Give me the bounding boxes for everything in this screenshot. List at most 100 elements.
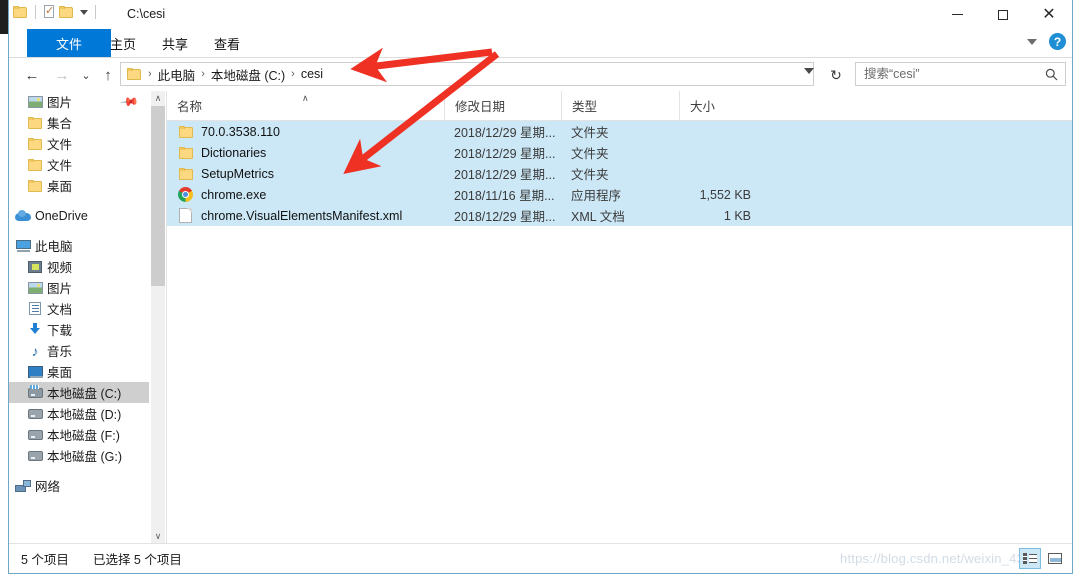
maximize-button[interactable] <box>980 0 1026 29</box>
pin-icon[interactable]: 📌 <box>119 92 139 112</box>
sidebar-item[interactable]: 此电脑 <box>9 235 149 256</box>
table-row[interactable]: Dictionaries 2018/12/29 星期... 文件夹 <box>167 142 1072 163</box>
breadcrumb-separator: › <box>148 68 152 80</box>
xml-file-icon <box>177 208 194 224</box>
properties-icon[interactable] <box>43 4 56 19</box>
sidebar-item-label: 文件 <box>47 138 73 152</box>
recent-locations-button[interactable]: ⌄ <box>75 64 97 86</box>
scroll-up-icon[interactable]: ∧ <box>151 91 165 106</box>
up-button[interactable]: ↑ <box>97 64 119 86</box>
breadcrumb-cesi[interactable]: cesi <box>297 67 327 81</box>
column-header-size[interactable]: 大小 <box>679 91 759 120</box>
folder-icon <box>27 178 43 194</box>
sidebar-item[interactable]: ♪ 音乐 <box>9 340 149 361</box>
folder-icon <box>27 115 43 131</box>
address-dropdown-icon[interactable] <box>804 68 814 74</box>
sidebar-item[interactable]: 文档 <box>9 298 149 319</box>
sidebar-item[interactable]: 集合 <box>9 112 149 133</box>
search-input[interactable] <box>856 66 1041 82</box>
sidebar-item-label: OneDrive <box>35 208 88 223</box>
file-name-cell: chrome.VisualElementsManifest.xml <box>167 208 444 224</box>
folder-icon <box>27 136 43 152</box>
sidebar-item[interactable]: 本地磁盘 (D:) <box>9 403 149 424</box>
scrollbar-thumb[interactable] <box>151 106 165 286</box>
chrome-icon <box>177 187 194 203</box>
sidebar-item-label: 桌面 <box>47 180 73 194</box>
sidebar-item[interactable]: 下载 <box>9 319 149 340</box>
file-list-pane: 名称 ∧ 修改日期 类型 大小 70.0.3538.110 2018/12/29 … <box>166 91 1072 544</box>
sidebar-item[interactable]: 本地磁盘 (F:) <box>9 424 149 445</box>
refresh-button[interactable]: ↻ <box>825 64 847 86</box>
file-date-cell: 2018/12/29 星期... <box>454 126 556 140</box>
minimize-button[interactable] <box>934 0 980 29</box>
quick-access-toolbar <box>13 4 100 19</box>
sidebar-item-label: 文件 <box>47 159 73 173</box>
breadcrumb-this-pc[interactable]: 此电脑 <box>154 65 200 84</box>
column-headers: 名称 ∧ 修改日期 类型 大小 <box>167 91 1072 121</box>
sidebar-item[interactable]: 本地磁盘 (G:) <box>9 445 149 466</box>
column-header-date[interactable]: 修改日期 <box>444 91 561 120</box>
chevron-down-icon[interactable] <box>80 9 88 15</box>
file-name-label: Dictionaries <box>201 145 267 160</box>
file-type-cell: 应用程序 <box>571 189 622 203</box>
column-header-type[interactable]: 类型 <box>561 91 679 120</box>
sidebar-item[interactable]: 文件 <box>9 154 149 175</box>
scroll-down-icon[interactable]: ∨ <box>151 529 165 544</box>
sidebar-item[interactable]: 图片 <box>9 277 149 298</box>
table-row[interactable]: chrome.exe 2018/11/16 星期... 应用程序 1,552 KB <box>167 184 1072 205</box>
sidebar-item-label: 视频 <box>47 261 73 275</box>
sidebar-item[interactable]: 桌面 <box>9 175 149 196</box>
file-name-label: 70.0.3538.110 <box>201 124 281 139</box>
table-row[interactable]: 70.0.3538.110 2018/12/29 星期... 文件夹 <box>167 121 1072 142</box>
file-size-cell: 1 KB <box>723 208 751 223</box>
sidebar-item-label: 集合 <box>47 117 73 131</box>
toolbar-separator <box>35 5 36 19</box>
sidebar-item[interactable]: 文件 <box>9 133 149 154</box>
this-pc-icon <box>15 238 31 254</box>
system-drive-icon <box>27 384 43 401</box>
address-bar[interactable]: › 此电脑 › 本地磁盘 (C:) › cesi <box>120 62 814 86</box>
file-type-cell: XML 文档 <box>571 210 625 224</box>
sidebar-item-label: 图片 <box>47 282 73 296</box>
tab-view[interactable]: 查看 <box>187 29 267 57</box>
back-button[interactable]: ← <box>21 64 43 86</box>
breadcrumb-separator: › <box>201 68 205 80</box>
sidebar-item-label: 本地磁盘 (F:) <box>47 429 120 443</box>
desktop-icon <box>27 364 43 380</box>
sidebar-item[interactable]: 桌面 <box>9 361 149 382</box>
network-icon <box>15 478 31 494</box>
file-date-cell: 2018/11/16 星期... <box>454 189 555 203</box>
sidebar-item[interactable]: 图片 📌 <box>9 91 149 112</box>
sidebar-item[interactable]: 网络 <box>9 475 149 496</box>
table-row[interactable]: chrome.VisualElementsManifest.xml 2018/12… <box>167 205 1072 226</box>
sidebar-item[interactable]: OneDrive <box>9 205 149 226</box>
sidebar-item-label: 网络 <box>35 480 61 494</box>
forward-button[interactable]: → <box>51 64 73 86</box>
navigation-scrollbar[interactable]: ∧ ∨ <box>151 91 165 544</box>
folder-icon[interactable] <box>13 5 28 19</box>
sidebar-item[interactable]: 本地磁盘 (C:) <box>9 382 149 403</box>
table-row[interactable]: SetupMetrics 2018/12/29 星期... 文件夹 <box>167 163 1072 184</box>
details-view-button[interactable] <box>1019 548 1041 569</box>
column-header-name-label: 名称 <box>177 100 203 114</box>
new-folder-icon[interactable] <box>59 5 74 19</box>
search-icon[interactable] <box>1041 68 1061 81</box>
help-icon[interactable]: ? <box>1049 33 1066 50</box>
sidebar-item-label: 文档 <box>47 303 73 317</box>
file-type-cell: 文件夹 <box>571 126 609 140</box>
close-button[interactable]: ✕ <box>1026 0 1072 29</box>
column-header-name[interactable]: 名称 ∧ <box>167 91 444 120</box>
large-icons-view-button[interactable] <box>1044 548 1066 569</box>
search-box[interactable] <box>855 62 1066 86</box>
breadcrumb-local-disk-c[interactable]: 本地磁盘 (C:) <box>207 65 289 84</box>
navigation-pane: 图片 📌 集合 文件 文件 桌面 OneDrive 此电脑 视频 图片 文档 下载 ♪ 音乐 桌面 本地磁盘 … <box>9 91 165 544</box>
file-name-label: chrome.exe <box>201 187 267 202</box>
sidebar-item[interactable]: 视频 <box>9 256 149 277</box>
sidebar-item-label: 本地磁盘 (D:) <box>47 408 122 422</box>
file-name-cell: Dictionaries <box>167 145 444 161</box>
window-controls: ✕ <box>934 0 1072 29</box>
expand-ribbon-icon[interactable] <box>1027 38 1037 45</box>
file-name-cell: SetupMetrics <box>167 166 444 182</box>
file-name-cell: chrome.exe <box>167 187 444 203</box>
picture-icon <box>27 280 43 296</box>
